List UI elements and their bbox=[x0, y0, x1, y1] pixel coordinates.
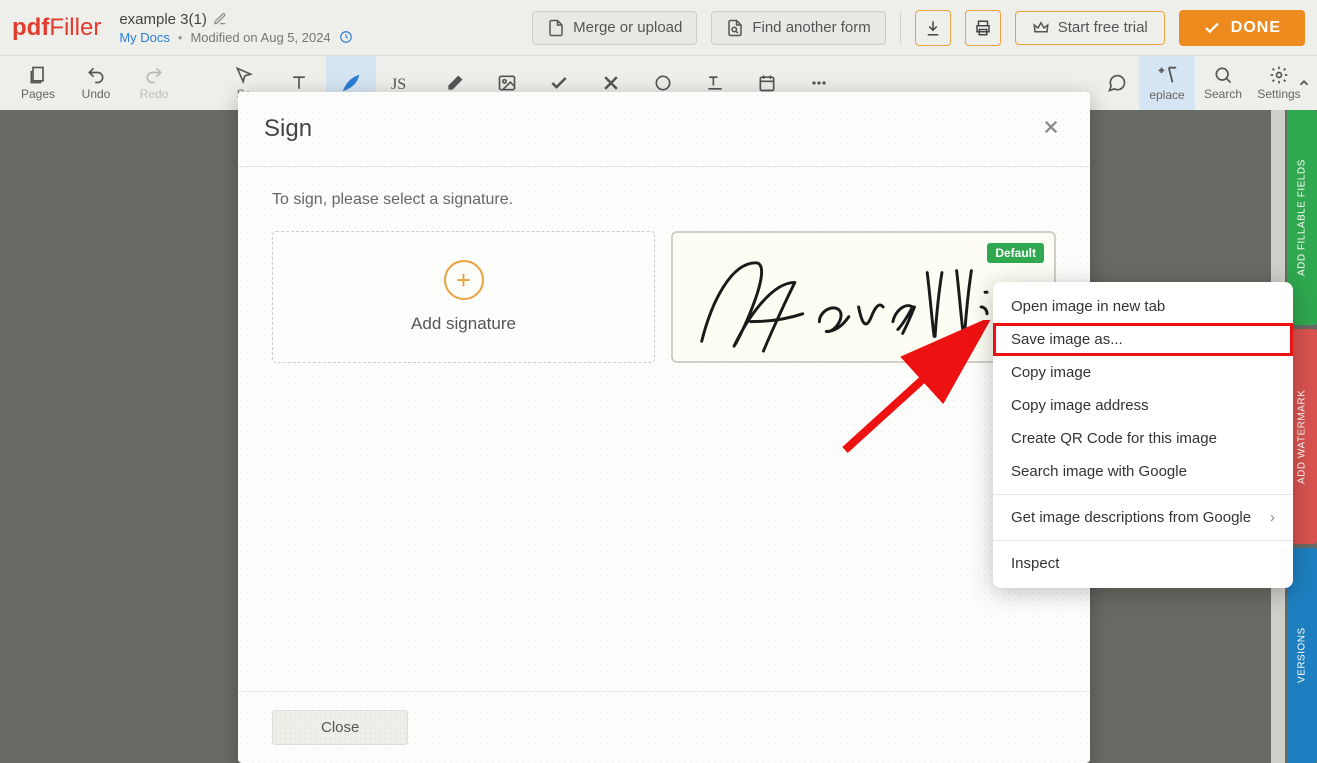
check-icon bbox=[1203, 19, 1221, 37]
history-icon[interactable] bbox=[339, 30, 353, 44]
chevron-right-icon: › bbox=[1270, 509, 1275, 526]
checkmark-icon bbox=[549, 73, 569, 93]
logo[interactable]: pdfFiller bbox=[12, 14, 101, 42]
done-button[interactable]: DONE bbox=[1179, 10, 1305, 46]
initials-icon: JS bbox=[391, 73, 415, 93]
ctx-inspect[interactable]: Inspect bbox=[993, 547, 1293, 580]
search-icon bbox=[1213, 65, 1233, 85]
redo-tool: Redo bbox=[126, 56, 182, 111]
modal-title: Sign bbox=[264, 115, 312, 143]
logo-bold: pdf bbox=[12, 14, 49, 42]
ctx-save-image-as[interactable]: Save image as... bbox=[993, 323, 1293, 356]
svg-text:JS: JS bbox=[391, 76, 406, 93]
merge-upload-label: Merge or upload bbox=[573, 19, 682, 36]
undo-icon bbox=[86, 65, 106, 85]
ctx-qr-code[interactable]: Create QR Code for this image bbox=[993, 422, 1293, 455]
done-label: DONE bbox=[1231, 19, 1281, 37]
image-icon bbox=[497, 73, 517, 93]
chevron-up-icon bbox=[1297, 76, 1311, 90]
ctx-image-descriptions-label: Get image descriptions from Google bbox=[1011, 509, 1251, 526]
ctx-open-new-tab[interactable]: Open image in new tab bbox=[993, 290, 1293, 323]
redo-icon bbox=[144, 65, 164, 85]
gear-icon bbox=[1269, 65, 1289, 85]
plus-icon: + bbox=[444, 260, 484, 300]
cross-icon bbox=[601, 73, 621, 93]
ctx-copy-image[interactable]: Copy image bbox=[993, 356, 1293, 389]
redo-label: Redo bbox=[140, 87, 169, 101]
context-menu: Open image in new tab Save image as... C… bbox=[993, 282, 1293, 588]
crown-icon bbox=[1032, 19, 1050, 37]
download-button[interactable] bbox=[915, 10, 951, 46]
comment-tool[interactable] bbox=[1095, 56, 1139, 111]
modal-body: To sign, please select a signature. + Ad… bbox=[238, 167, 1090, 691]
find-form-button[interactable]: Find another form bbox=[711, 11, 885, 45]
start-trial-label: Start free trial bbox=[1058, 19, 1148, 36]
merge-upload-button[interactable]: Merge or upload bbox=[532, 11, 697, 45]
ctx-separator bbox=[993, 494, 1293, 495]
modal-footer: Close bbox=[238, 691, 1090, 763]
separator-dot bbox=[178, 30, 183, 45]
modal-close-button[interactable] bbox=[1038, 114, 1064, 144]
modified-label: Modified on Aug 5, 2024 bbox=[190, 30, 330, 45]
replace-label: eplace bbox=[1149, 88, 1184, 102]
mydocs-link[interactable]: My Docs bbox=[119, 30, 170, 45]
text-icon bbox=[289, 73, 309, 93]
modal-close-footer-button[interactable]: Close bbox=[272, 710, 408, 745]
modal-prompt: To sign, please select a signature. bbox=[272, 191, 1056, 209]
pages-icon bbox=[28, 65, 48, 85]
pages-label: Pages bbox=[21, 87, 55, 101]
download-icon bbox=[924, 19, 942, 37]
signature-row: + Add signature Default bbox=[272, 231, 1056, 363]
replace-tool[interactable]: eplace bbox=[1139, 56, 1195, 111]
edit-title-icon[interactable] bbox=[213, 12, 227, 26]
undo-tool[interactable]: Undo bbox=[68, 56, 124, 111]
document-title: example 3(1) bbox=[119, 11, 207, 28]
replace-icon bbox=[1156, 64, 1178, 86]
app-header: pdfFiller example 3(1) My Docs Modified … bbox=[0, 0, 1317, 55]
ctx-copy-address[interactable]: Copy image address bbox=[993, 389, 1293, 422]
close-icon bbox=[1042, 118, 1060, 136]
logo-thin: Filler bbox=[49, 14, 101, 42]
search-doc-icon bbox=[726, 19, 744, 37]
collapse-toolbar-button[interactable] bbox=[1295, 68, 1313, 98]
comment-icon bbox=[1107, 73, 1127, 93]
search-tool[interactable]: Search bbox=[1195, 56, 1251, 111]
undo-label: Undo bbox=[82, 87, 111, 101]
sign-modal: Sign To sign, please select a signature.… bbox=[238, 92, 1090, 763]
start-trial-button[interactable]: Start free trial bbox=[1015, 11, 1165, 45]
signature-image bbox=[687, 253, 1040, 361]
modal-header: Sign bbox=[238, 92, 1090, 167]
quill-icon bbox=[340, 72, 362, 94]
ctx-separator bbox=[993, 540, 1293, 541]
add-signature-label: Add signature bbox=[411, 314, 516, 334]
eraser-icon bbox=[445, 73, 465, 93]
ctx-image-descriptions[interactable]: Get image descriptions from Google › bbox=[993, 501, 1293, 534]
search-label: Search bbox=[1204, 87, 1242, 101]
divider bbox=[900, 13, 901, 43]
circle-icon bbox=[653, 73, 673, 93]
document-icon bbox=[547, 19, 565, 37]
calendar-icon bbox=[757, 73, 777, 93]
document-info: example 3(1) My Docs Modified on Aug 5, … bbox=[119, 11, 352, 45]
cursor-icon bbox=[234, 65, 254, 85]
ctx-search-google[interactable]: Search image with Google bbox=[993, 455, 1293, 488]
textbox-icon bbox=[705, 73, 725, 93]
more-icon bbox=[809, 73, 829, 93]
pages-tool[interactable]: Pages bbox=[10, 56, 66, 111]
print-icon bbox=[974, 19, 992, 37]
print-button[interactable] bbox=[965, 10, 1001, 46]
find-form-label: Find another form bbox=[752, 19, 870, 36]
add-signature-card[interactable]: + Add signature bbox=[272, 231, 655, 363]
